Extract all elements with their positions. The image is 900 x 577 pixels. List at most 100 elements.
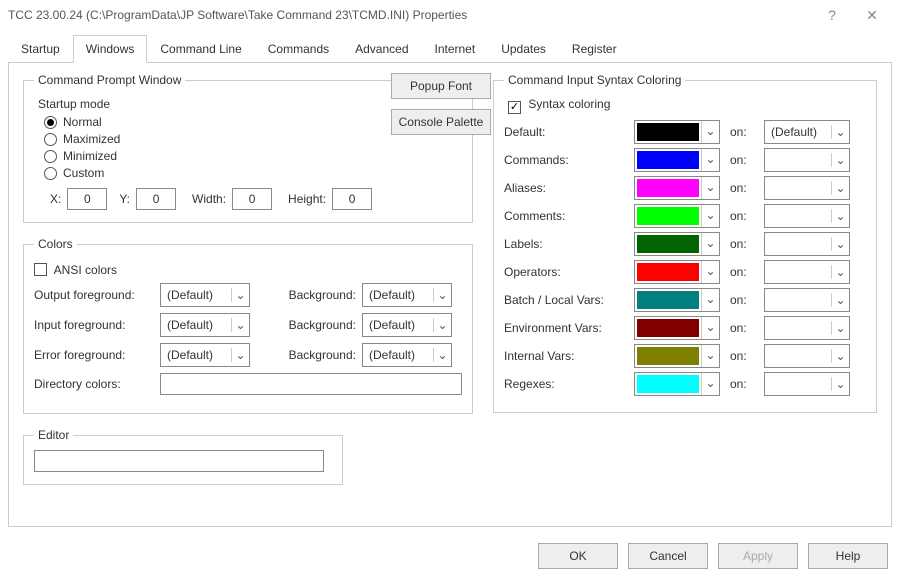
- tab-startup[interactable]: Startup: [8, 35, 73, 63]
- fg-color-combo[interactable]: ⌄: [634, 372, 720, 396]
- y-input[interactable]: 0: [136, 188, 176, 210]
- fg-label: Output foreground:: [34, 288, 154, 302]
- x-label: X:: [50, 192, 61, 206]
- directory-colors-input[interactable]: [160, 373, 462, 395]
- legend-syntax: Command Input Syntax Coloring: [504, 73, 685, 87]
- fg-color-combo[interactable]: ⌄: [634, 148, 720, 172]
- tab-panel-windows: Popup Font Console Palette Command Promp…: [8, 62, 892, 527]
- radio-label: Maximized: [63, 132, 120, 146]
- fg-color-combo[interactable]: ⌄: [634, 260, 720, 284]
- chevron-down-icon: ⌄: [831, 153, 849, 167]
- on-label: on:: [730, 181, 754, 195]
- help-button[interactable]: Help: [808, 543, 888, 569]
- directory-colors-label: Directory colors:: [34, 377, 154, 391]
- radio-label: Minimized: [63, 149, 117, 163]
- chevron-down-icon: ⌄: [831, 237, 849, 251]
- radio-label: Custom: [63, 166, 104, 180]
- colors-row: Error foreground:(Default)⌄Background:(D…: [34, 343, 462, 367]
- on-label: on:: [730, 125, 754, 139]
- tab-register[interactable]: Register: [559, 35, 630, 63]
- syntax-label: Aliases:: [504, 181, 624, 195]
- fg-combo[interactable]: (Default)⌄: [160, 343, 250, 367]
- group-editor: Editor: [23, 428, 343, 485]
- startup-mode-minimized[interactable]: Minimized: [44, 149, 462, 163]
- bg-color-combo[interactable]: ⌄: [764, 176, 850, 200]
- bg-combo[interactable]: (Default)⌄: [362, 283, 452, 307]
- tab-strip: StartupWindowsCommand LineCommandsAdvanc…: [8, 34, 892, 62]
- tab-windows[interactable]: Windows: [73, 35, 148, 63]
- fg-label: Input foreground:: [34, 318, 154, 332]
- fg-color-combo[interactable]: ⌄: [634, 316, 720, 340]
- chevron-down-icon: ⌄: [701, 261, 719, 283]
- syntax-label: Operators:: [504, 265, 624, 279]
- group-colors: Colors ANSI colors Output foreground:(De…: [23, 237, 473, 414]
- apply-button[interactable]: Apply: [718, 543, 798, 569]
- bg-label: Background:: [276, 318, 356, 332]
- bg-color-combo[interactable]: ⌄: [764, 372, 850, 396]
- bg-color-combo[interactable]: ⌄: [764, 232, 850, 256]
- fg-color-combo[interactable]: ⌄: [634, 288, 720, 312]
- tab-advanced[interactable]: Advanced: [342, 35, 421, 63]
- tab-internet[interactable]: Internet: [422, 35, 489, 63]
- bg-color-combo[interactable]: ⌄: [764, 288, 850, 312]
- chevron-down-icon: ⌄: [231, 288, 249, 302]
- cancel-button[interactable]: Cancel: [628, 543, 708, 569]
- chevron-down-icon: ⌄: [231, 348, 249, 362]
- on-label: on:: [730, 293, 754, 307]
- chevron-down-icon: ⌄: [831, 377, 849, 391]
- on-label: on:: [730, 209, 754, 223]
- bg-color-combo[interactable]: (Default)⌄: [764, 120, 850, 144]
- syntax-label: Batch / Local Vars:: [504, 293, 624, 307]
- ansi-colors-label: ANSI colors: [54, 263, 117, 277]
- bg-color-combo[interactable]: ⌄: [764, 316, 850, 340]
- radio-icon: [44, 167, 57, 180]
- editor-input[interactable]: [34, 450, 324, 472]
- fg-color-combo[interactable]: ⌄: [634, 120, 720, 144]
- on-label: on:: [730, 349, 754, 363]
- syntax-row: Commands:⌄on:⌄: [504, 148, 866, 172]
- bg-color-combo[interactable]: ⌄: [764, 204, 850, 228]
- help-icon[interactable]: ?: [812, 7, 852, 23]
- ok-button[interactable]: OK: [538, 543, 618, 569]
- height-label: Height:: [288, 192, 326, 206]
- width-input[interactable]: 0: [232, 188, 272, 210]
- fg-combo[interactable]: (Default)⌄: [160, 283, 250, 307]
- colors-row: Output foreground:(Default)⌄Background:(…: [34, 283, 462, 307]
- syntax-coloring-checkbox[interactable]: [508, 101, 521, 114]
- fg-color-combo[interactable]: ⌄: [634, 232, 720, 256]
- syntax-row: Labels:⌄on:⌄: [504, 232, 866, 256]
- radio-label: Normal: [63, 115, 102, 129]
- height-input[interactable]: 0: [332, 188, 372, 210]
- fg-color-combo[interactable]: ⌄: [634, 204, 720, 228]
- startup-mode-custom[interactable]: Custom: [44, 166, 462, 180]
- tab-command-line[interactable]: Command Line: [147, 35, 254, 63]
- fg-color-combo[interactable]: ⌄: [634, 344, 720, 368]
- group-syntax-coloring: Command Input Syntax Coloring Syntax col…: [493, 73, 877, 413]
- close-icon[interactable]: ✕: [852, 7, 892, 24]
- chevron-down-icon: ⌄: [701, 289, 719, 311]
- dialog-footer: OK Cancel Apply Help: [0, 535, 900, 577]
- syntax-label: Internal Vars:: [504, 349, 624, 363]
- popup-font-button[interactable]: Popup Font: [391, 73, 491, 99]
- tab-commands[interactable]: Commands: [255, 35, 342, 63]
- ansi-colors-checkbox[interactable]: [34, 263, 47, 276]
- radio-icon: [44, 150, 57, 163]
- chevron-down-icon: ⌄: [701, 373, 719, 395]
- bg-combo[interactable]: (Default)⌄: [362, 313, 452, 337]
- syntax-label: Environment Vars:: [504, 321, 624, 335]
- x-input[interactable]: 0: [67, 188, 107, 210]
- console-palette-button[interactable]: Console Palette: [391, 109, 491, 135]
- syntax-label: Labels:: [504, 237, 624, 251]
- syntax-label: Commands:: [504, 153, 624, 167]
- tab-updates[interactable]: Updates: [488, 35, 559, 63]
- bg-color-combo[interactable]: ⌄: [764, 260, 850, 284]
- bg-combo[interactable]: (Default)⌄: [362, 343, 452, 367]
- chevron-down-icon: ⌄: [831, 181, 849, 195]
- on-label: on:: [730, 377, 754, 391]
- chevron-down-icon: ⌄: [831, 293, 849, 307]
- fg-color-combo[interactable]: ⌄: [634, 176, 720, 200]
- bg-color-combo[interactable]: ⌄: [764, 344, 850, 368]
- fg-combo[interactable]: (Default)⌄: [160, 313, 250, 337]
- bg-color-combo[interactable]: ⌄: [764, 148, 850, 172]
- chevron-down-icon: ⌄: [831, 265, 849, 279]
